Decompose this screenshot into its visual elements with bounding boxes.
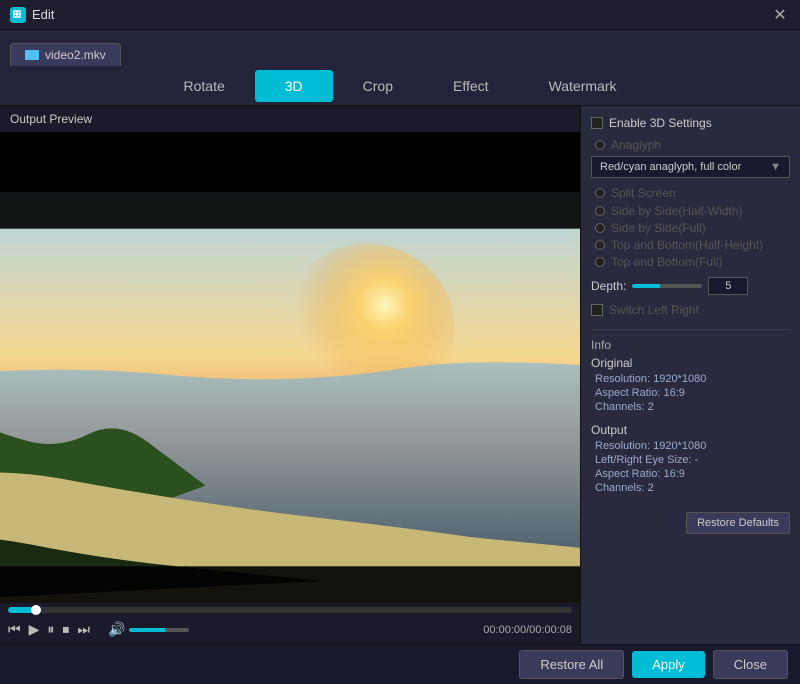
switch-left-right-label: Switch Left Right xyxy=(609,303,699,317)
tab-3d[interactable]: 3D xyxy=(255,70,333,102)
split-opt-0-label: Side by Side(Half-Width) xyxy=(611,204,742,218)
nav-tabs: Rotate 3D Crop Effect Watermark xyxy=(0,66,800,106)
tab-watermark[interactable]: Watermark xyxy=(519,70,647,102)
main-content: Output Preview xyxy=(0,106,800,644)
volume-area: 🔊 xyxy=(108,621,189,638)
volume-icon[interactable]: 🔊 xyxy=(108,621,125,638)
bottom-bar: Restore All Apply Close xyxy=(0,644,800,684)
anaglyph-dropdown[interactable]: Red/cyan anaglyph, full color ▼ xyxy=(591,156,790,178)
skip-back-button[interactable]: ⏮ xyxy=(8,621,21,638)
split-screen-radio[interactable] xyxy=(595,188,605,198)
output-preview-label: Output Preview xyxy=(0,106,580,132)
file-tab-bar: video2.mkv xyxy=(0,30,800,66)
progress-thumb xyxy=(31,605,41,615)
anaglyph-label: Anaglyph xyxy=(611,138,661,152)
split-screen-option: Split Screen xyxy=(591,186,790,200)
output-channels: Channels: 2 xyxy=(591,482,790,494)
info-title: Info xyxy=(591,338,790,352)
dropdown-arrow-icon: ▼ xyxy=(770,161,781,173)
anaglyph-option: Anaglyph xyxy=(591,138,790,152)
stop-button[interactable]: ⏹ xyxy=(62,621,69,638)
split-opt-0-radio[interactable] xyxy=(595,206,605,216)
original-channels: Channels: 2 xyxy=(591,401,790,413)
original-resolution: Resolution: 1920*1080 xyxy=(591,373,790,385)
tab-rotate[interactable]: Rotate xyxy=(154,70,255,102)
window-title: Edit xyxy=(32,7,54,22)
split-option-1: Side by Side(Full) xyxy=(591,221,790,235)
window-close-button[interactable]: ✕ xyxy=(770,5,790,25)
close-button[interactable]: Close xyxy=(713,650,788,679)
file-tab-icon xyxy=(25,50,39,60)
output-aspect-ratio: Aspect Ratio: 16:9 xyxy=(591,468,790,480)
split-opt-2-label: Top and Bottom(Half-Height) xyxy=(611,238,763,252)
pause-button[interactable]: ⏸ xyxy=(47,621,54,638)
switch-left-right-row: Switch Left Right xyxy=(591,303,790,317)
anaglyph-radio[interactable] xyxy=(595,140,605,150)
depth-label: Depth: xyxy=(591,279,626,293)
app-icon xyxy=(10,7,26,23)
tab-crop[interactable]: Crop xyxy=(333,70,423,102)
split-option-0: Side by Side(Half-Width) xyxy=(591,204,790,218)
switch-left-right-checkbox[interactable] xyxy=(591,304,603,316)
title-bar-left: Edit xyxy=(10,7,54,23)
tab-effect[interactable]: Effect xyxy=(423,70,519,102)
title-bar: Edit ✕ xyxy=(0,0,800,30)
output-resolution: Resolution: 1920*1080 xyxy=(591,440,790,452)
restore-defaults-button[interactable]: Restore Defaults xyxy=(686,512,790,534)
file-tab-label: video2.mkv xyxy=(45,48,106,62)
split-screen-options: Side by Side(Half-Width) Side by Side(Fu… xyxy=(591,204,790,269)
depth-input[interactable]: 5 xyxy=(708,277,748,295)
split-option-3: Top and Bottom(Full) xyxy=(591,255,790,269)
skip-forward-button[interactable]: ⏭ xyxy=(77,621,90,638)
split-opt-3-label: Top and Bottom(Full) xyxy=(611,255,722,269)
preview-panel: Output Preview xyxy=(0,106,580,644)
split-option-2: Top and Bottom(Half-Height) xyxy=(591,238,790,252)
controls-bar: ⏮ ▶ ⏸ ⏹ ⏭ 🔊 00:00:00/00:00:08 xyxy=(0,603,580,644)
time-display: 00:00:00/00:00:08 xyxy=(483,624,572,636)
split-screen-label: Split Screen xyxy=(611,186,676,200)
split-opt-1-label: Side by Side(Full) xyxy=(611,221,706,235)
depth-slider[interactable] xyxy=(632,284,702,288)
volume-slider[interactable] xyxy=(129,628,189,632)
output-info-group: Output Resolution: 1920*1080 Left/Right … xyxy=(591,423,790,494)
output-eye-size: Left/Right Eye Size: - xyxy=(591,454,790,466)
enable-3d-row: Enable 3D Settings xyxy=(591,116,790,130)
original-title: Original xyxy=(591,356,790,370)
enable-3d-label: Enable 3D Settings xyxy=(609,116,712,130)
info-section: Info Original Resolution: 1920*1080 Aspe… xyxy=(591,329,790,494)
restore-all-button[interactable]: Restore All xyxy=(519,650,624,679)
video-frame xyxy=(0,192,580,603)
play-button[interactable]: ▶ xyxy=(29,621,40,638)
output-title: Output xyxy=(591,423,790,437)
original-aspect-ratio: Aspect Ratio: 16:9 xyxy=(591,387,790,399)
split-opt-2-radio[interactable] xyxy=(595,240,605,250)
enable-3d-checkbox[interactable] xyxy=(591,117,603,129)
progress-bar[interactable] xyxy=(8,607,572,613)
black-top-area xyxy=(0,132,580,192)
split-opt-3-radio[interactable] xyxy=(595,257,605,267)
playback-controls: ⏮ ▶ ⏸ ⏹ ⏭ 🔊 00:00:00/00:00:08 xyxy=(8,619,572,640)
file-tab[interactable]: video2.mkv xyxy=(10,43,121,66)
apply-button[interactable]: Apply xyxy=(632,651,705,678)
depth-row: Depth: 5 xyxy=(591,277,790,295)
video-svg xyxy=(0,192,580,603)
split-opt-1-radio[interactable] xyxy=(595,223,605,233)
original-info-group: Original Resolution: 1920*1080 Aspect Ra… xyxy=(591,356,790,413)
right-panel: Enable 3D Settings Anaglyph Red/cyan ana… xyxy=(580,106,800,644)
anaglyph-dropdown-value: Red/cyan anaglyph, full color xyxy=(600,161,741,173)
